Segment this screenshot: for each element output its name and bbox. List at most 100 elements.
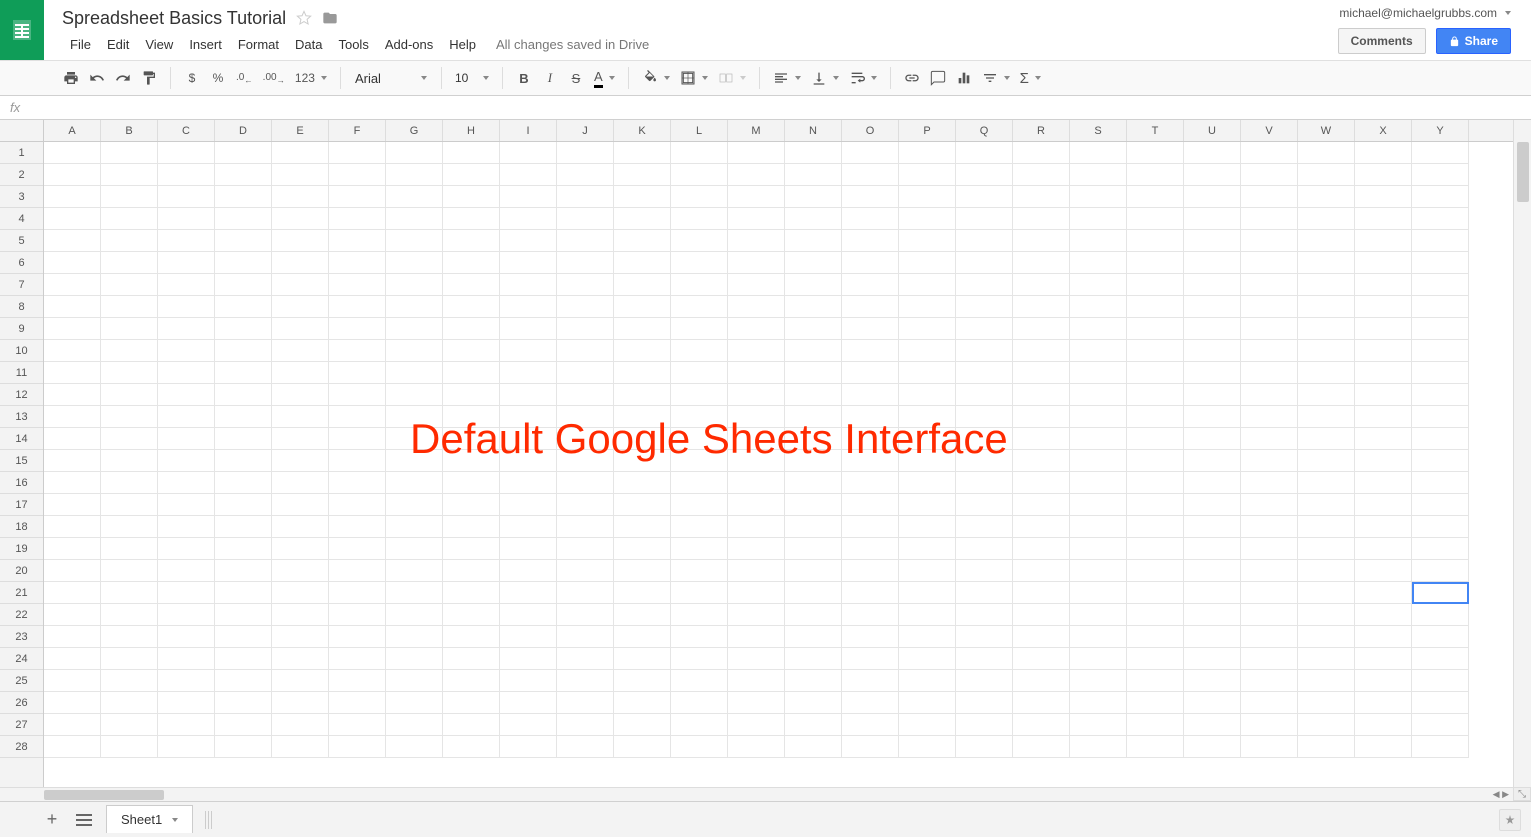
- cell[interactable]: [1241, 736, 1298, 758]
- cell[interactable]: [44, 384, 101, 406]
- cell[interactable]: [1013, 274, 1070, 296]
- cell[interactable]: [1013, 472, 1070, 494]
- undo-icon[interactable]: [86, 66, 108, 90]
- cell[interactable]: [443, 384, 500, 406]
- cell[interactable]: [842, 142, 899, 164]
- cell[interactable]: [329, 230, 386, 252]
- cell[interactable]: [1013, 648, 1070, 670]
- cell[interactable]: [671, 692, 728, 714]
- cell[interactable]: [215, 560, 272, 582]
- cell[interactable]: [785, 560, 842, 582]
- cell[interactable]: [1013, 362, 1070, 384]
- column-header[interactable]: J: [557, 120, 614, 141]
- row-header[interactable]: 9: [0, 318, 43, 340]
- cell[interactable]: [329, 736, 386, 758]
- cell[interactable]: [785, 472, 842, 494]
- cell[interactable]: [101, 648, 158, 670]
- cell[interactable]: [44, 428, 101, 450]
- cell[interactable]: [785, 384, 842, 406]
- cell[interactable]: [1355, 296, 1412, 318]
- cell[interactable]: [899, 494, 956, 516]
- cell[interactable]: [1013, 560, 1070, 582]
- cell[interactable]: [1355, 340, 1412, 362]
- column-header[interactable]: R: [1013, 120, 1070, 141]
- cell[interactable]: [1013, 186, 1070, 208]
- cell[interactable]: [1241, 208, 1298, 230]
- cell[interactable]: [671, 648, 728, 670]
- cell[interactable]: [1241, 516, 1298, 538]
- cell[interactable]: [158, 208, 215, 230]
- cell[interactable]: [44, 186, 101, 208]
- cell[interactable]: [1013, 230, 1070, 252]
- cell[interactable]: [785, 538, 842, 560]
- cell[interactable]: [614, 296, 671, 318]
- cell[interactable]: [158, 648, 215, 670]
- cell[interactable]: [386, 208, 443, 230]
- cell[interactable]: [1412, 296, 1469, 318]
- column-header[interactable]: O: [842, 120, 899, 141]
- cell[interactable]: [500, 208, 557, 230]
- cell[interactable]: [329, 538, 386, 560]
- cell[interactable]: [215, 142, 272, 164]
- cell[interactable]: [1241, 582, 1298, 604]
- column-header[interactable]: L: [671, 120, 728, 141]
- cell[interactable]: [443, 340, 500, 362]
- cell[interactable]: [728, 340, 785, 362]
- cell[interactable]: [215, 538, 272, 560]
- cell[interactable]: [1355, 450, 1412, 472]
- cell[interactable]: [272, 428, 329, 450]
- cell[interactable]: [842, 736, 899, 758]
- cell[interactable]: [1184, 142, 1241, 164]
- cell[interactable]: [215, 186, 272, 208]
- cell[interactable]: [899, 296, 956, 318]
- cell[interactable]: [272, 384, 329, 406]
- cell[interactable]: [1241, 252, 1298, 274]
- cell[interactable]: [785, 318, 842, 340]
- cell[interactable]: [899, 406, 956, 428]
- cell[interactable]: [557, 648, 614, 670]
- cell[interactable]: [386, 450, 443, 472]
- row-header[interactable]: 24: [0, 648, 43, 670]
- cell[interactable]: [158, 670, 215, 692]
- cell[interactable]: [1184, 582, 1241, 604]
- cell[interactable]: [215, 230, 272, 252]
- cell[interactable]: [1013, 692, 1070, 714]
- cell[interactable]: [899, 252, 956, 274]
- cell[interactable]: [899, 384, 956, 406]
- cell[interactable]: [1184, 406, 1241, 428]
- cell[interactable]: [899, 626, 956, 648]
- row-header[interactable]: 27: [0, 714, 43, 736]
- insert-link-icon[interactable]: [901, 66, 923, 90]
- cell[interactable]: [1355, 164, 1412, 186]
- cell[interactable]: [101, 560, 158, 582]
- cell[interactable]: [44, 538, 101, 560]
- cell[interactable]: [272, 626, 329, 648]
- cell[interactable]: [329, 714, 386, 736]
- cell[interactable]: [1355, 670, 1412, 692]
- sheets-logo[interactable]: [0, 0, 44, 60]
- cell[interactable]: [956, 230, 1013, 252]
- cell[interactable]: [899, 230, 956, 252]
- cell[interactable]: [443, 560, 500, 582]
- cell[interactable]: [329, 428, 386, 450]
- cell[interactable]: [557, 274, 614, 296]
- row-header[interactable]: 6: [0, 252, 43, 274]
- cell[interactable]: [272, 604, 329, 626]
- cell[interactable]: [500, 560, 557, 582]
- cell[interactable]: [443, 230, 500, 252]
- insert-comment-icon[interactable]: [927, 66, 949, 90]
- cell[interactable]: [614, 472, 671, 494]
- cell[interactable]: [1127, 296, 1184, 318]
- cell[interactable]: [1070, 252, 1127, 274]
- cell[interactable]: [671, 318, 728, 340]
- cell[interactable]: [1355, 494, 1412, 516]
- cell[interactable]: [671, 714, 728, 736]
- cell[interactable]: [671, 472, 728, 494]
- cell[interactable]: [500, 670, 557, 692]
- cell[interactable]: [500, 274, 557, 296]
- cell[interactable]: [671, 362, 728, 384]
- row-header[interactable]: 20: [0, 560, 43, 582]
- cell[interactable]: [1013, 340, 1070, 362]
- cell[interactable]: [158, 736, 215, 758]
- cell[interactable]: [1298, 450, 1355, 472]
